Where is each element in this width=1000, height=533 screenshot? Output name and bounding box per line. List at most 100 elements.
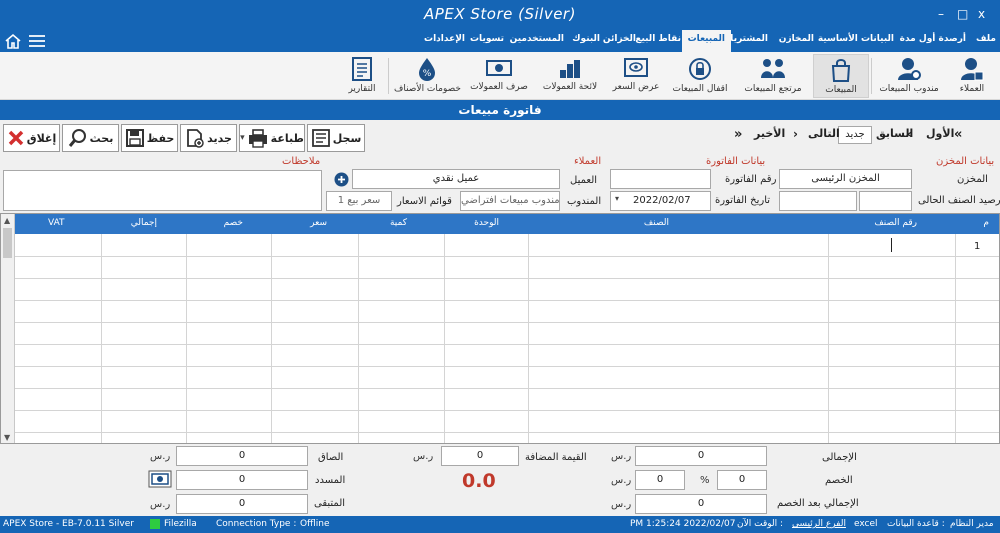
paid-field[interactable]: 0 [176, 470, 308, 490]
vat-field: 0 [441, 446, 519, 466]
add-customer-icon[interactable] [334, 172, 349, 187]
branch-link[interactable]: الفرع الرئيسى [792, 519, 846, 529]
menu-pos[interactable]: نقاط البيع [635, 34, 681, 44]
store-field[interactable]: المخزن الرئيسى [779, 169, 912, 189]
sales-rep-field[interactable]: مندوب مبيعات افتراضي [460, 191, 560, 211]
ribbon-commissions-list-button[interactable]: لائحة العمولات [538, 56, 602, 92]
menu-stores[interactable]: المخازن [779, 34, 814, 44]
menu-settlements[interactable]: تسويات [470, 34, 504, 44]
ribbon-customers-button[interactable]: العملاء [950, 56, 994, 94]
menu-banks[interactable]: البنوك [572, 34, 600, 44]
total-label: الإجمالى [822, 452, 857, 463]
menu-master-data[interactable]: البيانات الأساسية [818, 34, 894, 44]
customer-field[interactable]: عميل نقدي [352, 169, 560, 189]
ribbon-price-quote-button[interactable]: عرض السعر [610, 56, 662, 92]
ribbon-reports-button[interactable]: التقارير [340, 56, 384, 94]
last-record-icon[interactable]: » [734, 127, 742, 142]
menu-opening-balances[interactable]: أرصدة أول مدة [900, 34, 966, 44]
menu-users[interactable]: المستخدمين [510, 34, 564, 44]
home-icon[interactable] [4, 33, 22, 49]
grand-total-display: 0.0 [462, 470, 496, 492]
save-button[interactable]: حفظ [121, 124, 178, 152]
close-form-button[interactable]: إغلاق [3, 124, 60, 152]
menu-sales[interactable]: المبيعات [681, 30, 731, 52]
ribbon-close-sales-button[interactable]: اقفال المبيعات [668, 56, 732, 94]
ribbon-sales-rep-button[interactable]: مندوب المبيعات [877, 56, 941, 94]
print-button[interactable]: ▾ طباعة [239, 124, 305, 152]
menu-treasuries[interactable]: الخزائن [603, 34, 636, 44]
col-total[interactable]: إجمالي [131, 218, 157, 228]
invoice-number-label: رقم الفاتورة [725, 174, 777, 185]
scroll-up-icon[interactable]: ▲ [4, 216, 10, 225]
col-discount[interactable]: خصم [224, 218, 243, 228]
menu-bar: ملف أرصدة أول مدة البيانات الأساسية المخ… [0, 30, 1000, 52]
search-button[interactable]: بحث [62, 124, 119, 152]
balance-extra-field[interactable] [779, 191, 857, 211]
scroll-down-icon[interactable]: ▼ [4, 433, 10, 442]
col-item-code[interactable]: رقم الصنف [874, 218, 917, 228]
discount-currency: ر.س [611, 475, 632, 486]
invoice-date-field[interactable]: 2022/02/07 [610, 191, 711, 211]
store-group-title: بيانات المخزن [936, 156, 995, 167]
next-record-button[interactable]: التالى [808, 127, 840, 140]
current-user: مدير النظام [950, 519, 994, 529]
grid-col-line [186, 234, 187, 443]
current-balance-label: رصيد الصنف الحالى [918, 195, 1000, 206]
ribbon-item-discounts-button[interactable]: % خصومات الأصناف [394, 56, 461, 94]
col-price[interactable]: سعر [310, 218, 327, 228]
grid-col-line [358, 234, 359, 443]
notes-textarea[interactable] [3, 170, 322, 211]
discount-label: الخصم [825, 475, 853, 486]
prev-record-button[interactable]: السابق [876, 127, 913, 140]
hamburger-menu-icon[interactable] [28, 34, 46, 48]
vat-label: القيمة المضافة [525, 452, 587, 463]
col-row-num[interactable]: م [983, 218, 989, 228]
minimize-button[interactable]: – [938, 7, 944, 21]
discount-percent-field[interactable]: 0 [717, 470, 767, 490]
discount-value-field[interactable]: 0 [635, 470, 685, 490]
chevron-down-icon[interactable]: ▾ [240, 133, 245, 143]
percent-sign: % [700, 475, 710, 486]
grid-header: م رقم الصنف الصنف الوحدة كمية سعر خصم إج… [15, 214, 999, 234]
first-record-icon[interactable]: « [954, 127, 962, 142]
grid-row-line [15, 256, 999, 257]
paid-label: المسدد [315, 475, 346, 486]
ribbon-sales-returns-button[interactable]: مرتجع المبيعات [740, 56, 806, 94]
form-title: فاتورة مبيعات [0, 100, 1000, 120]
current-balance-field[interactable] [859, 191, 912, 211]
close-window-button[interactable]: x [978, 7, 985, 21]
net-currency: ر.س [150, 451, 171, 462]
col-unit[interactable]: الوحدة [474, 218, 499, 228]
version-text: APEX Store - EB-7.0.11 Silver [3, 519, 134, 529]
menu-settings[interactable]: الإعدادات [424, 34, 465, 44]
ribbon-pay-commissions-button[interactable]: صرف العمولات [468, 56, 530, 92]
scroll-thumb[interactable] [3, 228, 12, 258]
ribbon-divider [871, 58, 872, 94]
invoice-number-field[interactable] [610, 169, 711, 189]
log-button[interactable]: سجل [307, 124, 365, 152]
remaining-label: المتبقى [314, 498, 346, 509]
ribbon-sales-button[interactable]: المبيعات [813, 54, 869, 98]
last-record-button[interactable]: الأخير [754, 127, 785, 140]
next-record-icon[interactable]: › [793, 127, 798, 141]
maximize-button[interactable]: □ [957, 7, 968, 21]
notes-label: ملاحظات [282, 156, 321, 167]
grid-row-line [15, 432, 999, 433]
customer-icon [961, 58, 984, 81]
new-document-icon [187, 129, 204, 148]
date-picker-icon[interactable]: ▾ [611, 194, 623, 208]
grid-vertical-scrollbar[interactable]: ▲ ▼ [1, 214, 15, 443]
customer-label: العميل [570, 175, 598, 186]
menu-file[interactable]: ملف [976, 34, 996, 44]
first-record-button[interactable]: الأول [926, 127, 954, 140]
col-vat[interactable]: VAT [48, 218, 65, 228]
new-button[interactable]: جديد [180, 124, 237, 152]
col-quantity[interactable]: كمية [390, 218, 407, 228]
grid-row-line [15, 300, 999, 301]
record-status-field: جديد [838, 126, 872, 144]
payment-cash-icon[interactable] [148, 470, 172, 488]
col-item[interactable]: الصنف [644, 218, 669, 228]
discount-drop-icon: % [419, 58, 435, 81]
price-list-field[interactable]: سعر بيع 1 [326, 191, 392, 211]
grid-col-line [444, 234, 445, 443]
